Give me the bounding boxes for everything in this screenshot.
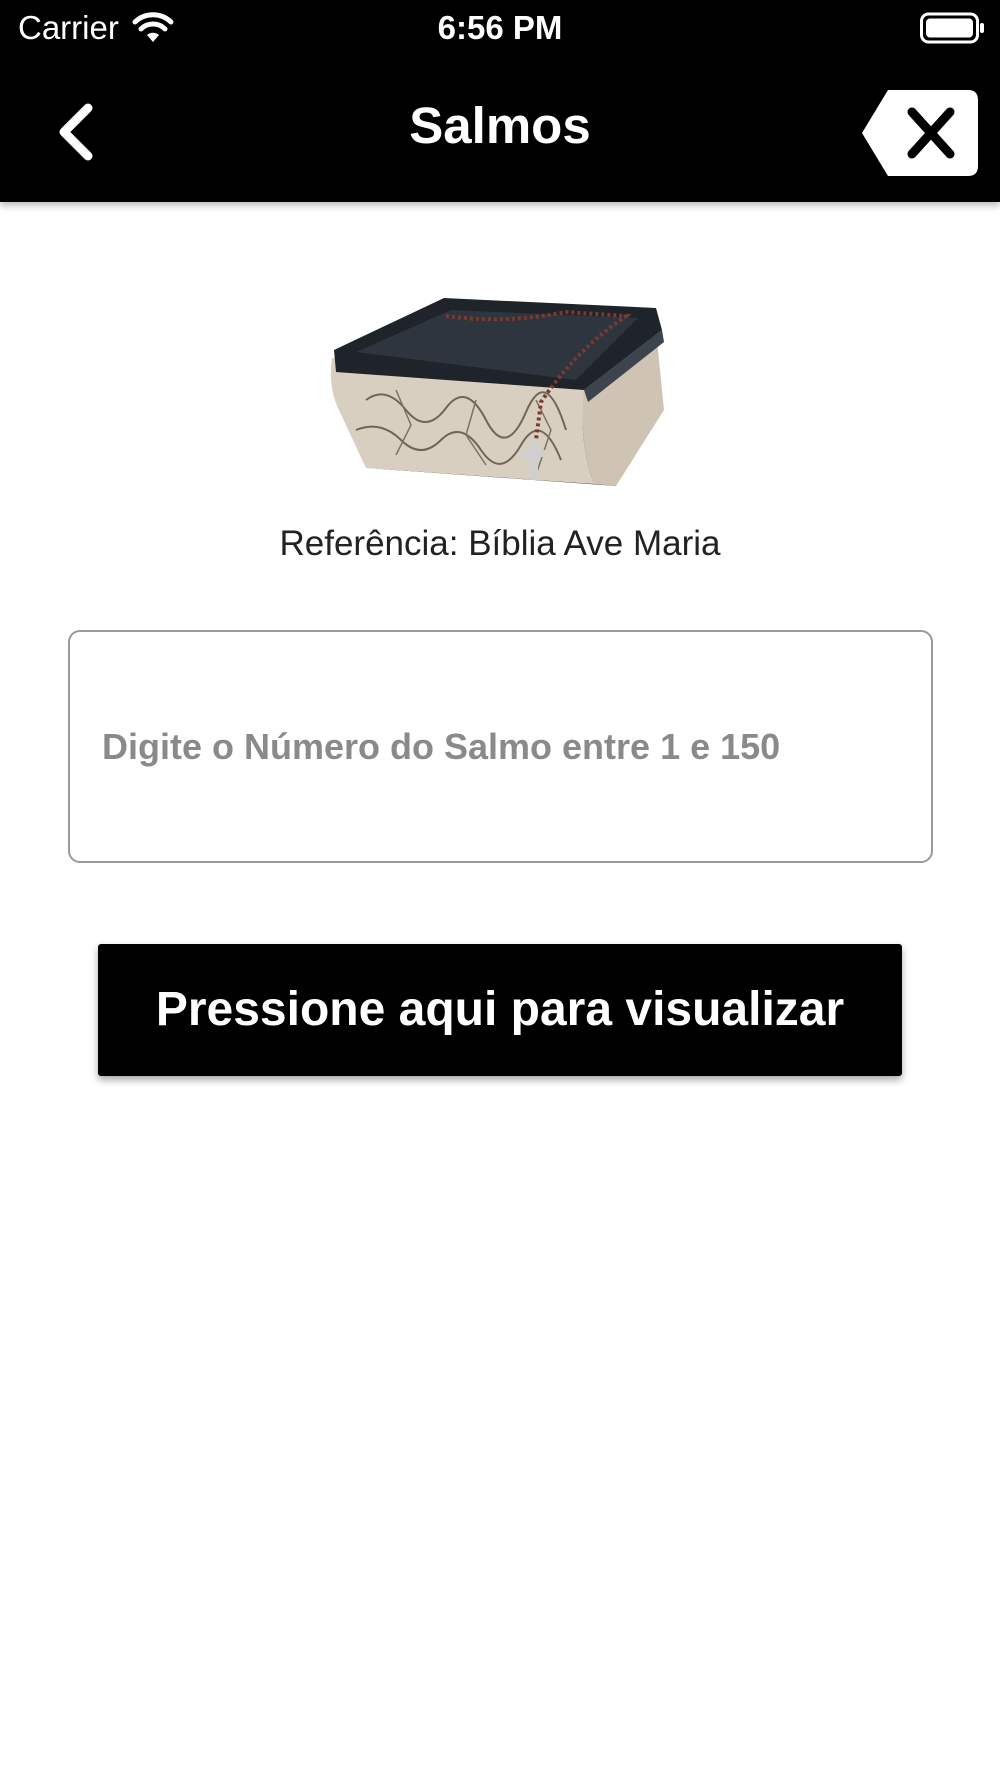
page-title: Salmos (409, 97, 591, 154)
psalm-number-field[interactable] (68, 630, 933, 863)
battery-icon (920, 12, 984, 44)
clear-button[interactable] (860, 88, 980, 178)
status-bar: Carrier 6:56 PM (0, 0, 1000, 56)
reference-label: Referência: Bíblia Ave Maria (279, 524, 721, 563)
bible-with-rosary-image (330, 298, 664, 486)
status-time: 6:56 PM (437, 9, 563, 46)
view-button[interactable]: Pressione aqui para visualizar (98, 944, 902, 1076)
navigation-bar: Salmos (0, 56, 1000, 202)
psalm-number-input[interactable] (100, 632, 900, 861)
backspace-clear-icon (862, 90, 978, 176)
